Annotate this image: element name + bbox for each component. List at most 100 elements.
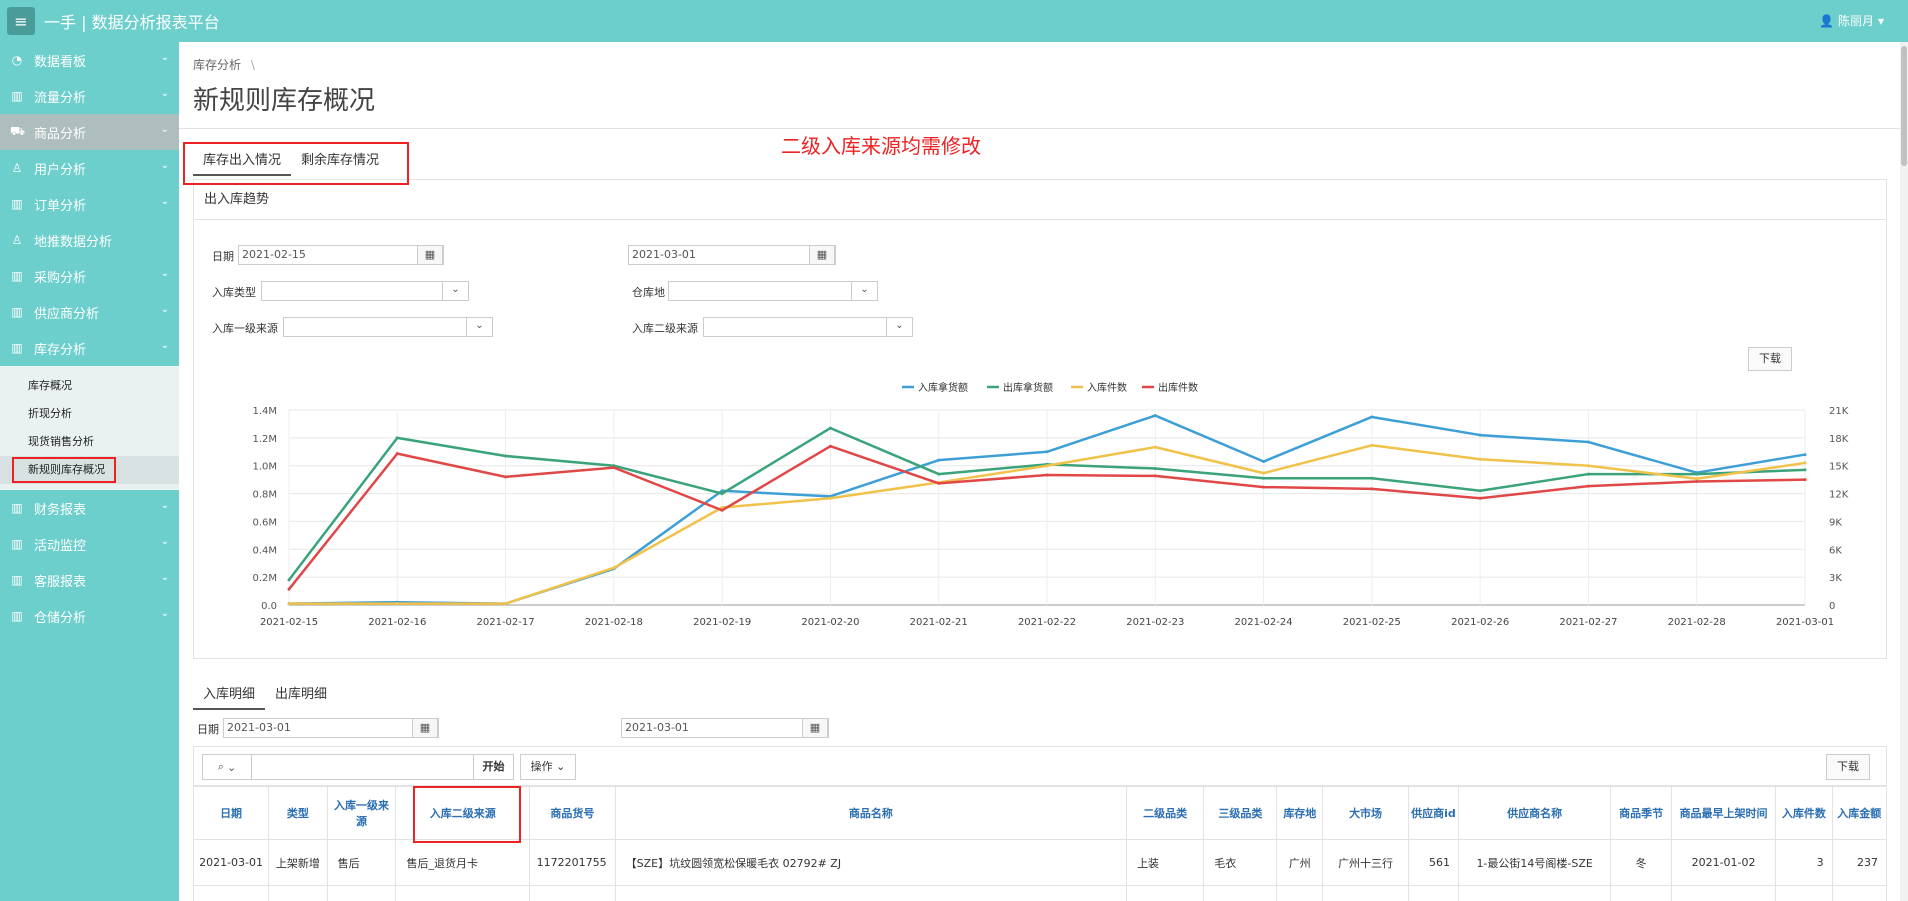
data-point xyxy=(1478,433,1482,437)
sidebar-item-label: 商品分析 xyxy=(34,126,87,142)
column-header[interactable]: 类型 xyxy=(268,786,328,840)
hamburger-icon[interactable]: ≡ xyxy=(7,7,35,35)
breadcrumb-item[interactable]: 库存分析 xyxy=(193,58,241,72)
search-start-button[interactable]: 开始 xyxy=(474,754,514,780)
sidebar-subitem-discount[interactable]: 折现分析 xyxy=(0,400,179,428)
data-point xyxy=(1803,453,1807,457)
chart-icon: ▥ xyxy=(11,197,23,211)
main-content: 库存分析 \ 新规则库存概况 二级入库来源均需修改 库存出入情况 剩余库存情况 … xyxy=(179,42,1908,901)
chevron-down-icon: ⌄ xyxy=(160,124,169,135)
sidebar-item-purchase[interactable]: ▥ 采购分析 ⌄ xyxy=(0,258,179,294)
detail-date-from-input[interactable]: 2021-03-01 ▦ xyxy=(223,718,439,738)
chevron-down-icon: ⌄ xyxy=(160,608,169,619)
column-header[interactable]: 三级品类 xyxy=(1203,786,1278,840)
sidebar-item-label: 活动监控 xyxy=(34,538,87,554)
annotation-box-tabs xyxy=(183,142,409,185)
column-header[interactable]: 二级品类 xyxy=(1126,786,1205,840)
calendar-icon[interactable]: ▦ xyxy=(802,718,828,738)
tab-inbound-detail[interactable]: 入库明细 xyxy=(193,680,266,710)
column-header[interactable]: 入库一级来源 xyxy=(326,786,397,840)
table-cell xyxy=(1407,885,1459,901)
sidebar-item-finance[interactable]: ▥ 财务报表 ⌄ xyxy=(0,490,179,526)
data-point xyxy=(1045,450,1049,454)
data-point xyxy=(1586,440,1590,444)
inventory-subnav: 库存概况 折现分析 现货销售分析 新规则库存概况 xyxy=(0,366,179,490)
sidebar-item-cs[interactable]: ▥ 客服报表 ⌄ xyxy=(0,562,179,598)
table-row[interactable]: 2021-03-01 上架新增 售后 售后_退货月卡 1172201755 【SZE】坑纹… xyxy=(192,839,1888,886)
column-header[interactable]: 供应商id xyxy=(1407,786,1459,840)
table-cell: 2021-01-02 xyxy=(1670,839,1777,886)
x-tick-label: 2021-02-15 xyxy=(260,617,318,628)
data-point xyxy=(287,578,291,582)
sidebar-item-order[interactable]: ▥ 订单分析 ⌄ xyxy=(0,186,179,222)
sidebar-item-warehouse[interactable]: ▥ 仓储分析 ⌄ xyxy=(0,598,179,634)
table-toolbar: ⌕ ⌄ 开始 操作 ⌄ 下载 xyxy=(193,746,1887,786)
data-point xyxy=(937,458,941,462)
x-tick-label: 2021-02-28 xyxy=(1668,617,1726,628)
operate-button[interactable]: 操作 ⌄ xyxy=(520,754,576,780)
sidebar-item-dashboard[interactable]: ◔ 数据看板 ⌄ xyxy=(0,42,179,78)
sidebar-item-label: 仓储分析 xyxy=(34,610,87,626)
column-header[interactable]: 入库金额 xyxy=(1831,786,1888,840)
table-cell xyxy=(1203,885,1278,901)
column-header[interactable]: 日期 xyxy=(192,786,270,840)
column-header[interactable]: 大市场 xyxy=(1322,786,1409,840)
table-cell: 广州 xyxy=(1276,839,1324,886)
trend-chart: 0.0 0 0.2M 3K 0.4M 6K 0.6M 9K 0.8M 12K 1.0M 15K 1.2M… xyxy=(252,381,1849,628)
column-header[interactable]: 库存地 xyxy=(1276,786,1324,840)
sidebar-item-field-promo[interactable]: ♙ 地推数据分析 xyxy=(0,222,179,258)
chevron-down-icon: ⌄ xyxy=(160,196,169,207)
column-header[interactable]: 商品名称 xyxy=(614,786,1128,840)
column-header[interactable]: 入库件数 xyxy=(1775,786,1833,840)
table-cell: 237 xyxy=(1831,839,1888,886)
detail-date-to-input[interactable]: 2021-03-01 ▦ xyxy=(621,718,829,738)
chart-icon: ▥ xyxy=(11,341,23,355)
data-point xyxy=(1153,414,1157,418)
table-cell xyxy=(395,885,531,901)
sidebar-item-inventory[interactable]: ▥ 库存分析 ⌄ xyxy=(0,330,179,366)
search-group: ⌕ ⌄ 开始 xyxy=(202,754,514,780)
sidebar-item-user[interactable]: ♙ 用户分析 ⌄ xyxy=(0,150,179,186)
column-header[interactable]: 供应商名称 xyxy=(1457,786,1612,840)
detail-date-to-value: 2021-03-01 xyxy=(625,721,689,734)
calendar-icon[interactable]: ▦ xyxy=(412,718,438,738)
y-left-tick-label: 1.2M xyxy=(252,434,277,445)
scrollbar-thumb[interactable] xyxy=(1901,46,1907,166)
table-row[interactable]: 2021-03-改错新 【 xyxy=(192,885,1888,901)
table-cell: 2021-03- xyxy=(192,885,270,901)
sidebar-item-supplier[interactable]: ▥ 供应商分析 ⌄ xyxy=(0,294,179,330)
data-point xyxy=(287,602,291,606)
data-point xyxy=(1586,484,1590,488)
data-point xyxy=(828,444,832,448)
x-tick-label: 2021-02-16 xyxy=(368,617,426,628)
top-bar: ≡ 一手 | 数据分析报表平台 👤 陈丽月 ▾ xyxy=(0,0,1908,42)
y-right-tick-label: 6K xyxy=(1829,545,1842,556)
data-point xyxy=(612,466,616,470)
user-icon: ♙ xyxy=(11,161,23,175)
sidebar-subitem-overview[interactable]: 库存概况 xyxy=(0,372,179,400)
x-tick-label: 2021-02-26 xyxy=(1451,617,1509,628)
data-point xyxy=(1262,471,1266,475)
tab-outbound-detail[interactable]: 出库明细 xyxy=(265,680,337,710)
search-input[interactable] xyxy=(252,754,474,780)
sidebar-item-label: 库存分析 xyxy=(34,342,87,358)
sidebar-item-activity[interactable]: ▥ 活动监控 ⌄ xyxy=(0,526,179,562)
detail-download-button[interactable]: 下载 xyxy=(1826,754,1870,780)
legend-label: 出库拿货额 xyxy=(1003,381,1053,394)
table-cell xyxy=(1670,885,1777,901)
y-right-tick-label: 15K xyxy=(1829,462,1849,473)
user-menu[interactable]: 👤 陈丽月 ▾ xyxy=(1819,12,1884,29)
sidebar-subitem-new-rule-overview[interactable]: 新规则库存概况 xyxy=(0,456,179,484)
column-header[interactable]: 商品最早上架时间 xyxy=(1670,786,1777,840)
page-scrollbar[interactable] xyxy=(1900,42,1908,901)
sidebar-item-traffic[interactable]: ▥ 流量分析 ⌄ xyxy=(0,78,179,114)
search-field-picker[interactable]: ⌕ ⌄ xyxy=(202,754,252,780)
sidebar-subitem-spot-sales[interactable]: 现货销售分析 xyxy=(0,428,179,456)
sidebar-item-product[interactable]: ⛟ 商品分析 ⌄ xyxy=(0,114,179,150)
y-left-tick-label: 0.2M xyxy=(252,573,277,584)
column-header[interactable]: 商品货号 xyxy=(529,786,616,840)
y-left-tick-label: 0.0 xyxy=(261,601,277,612)
column-header[interactable]: 商品季节 xyxy=(1610,786,1672,840)
chart-icon: ▥ xyxy=(11,305,23,319)
data-point xyxy=(1370,476,1374,480)
